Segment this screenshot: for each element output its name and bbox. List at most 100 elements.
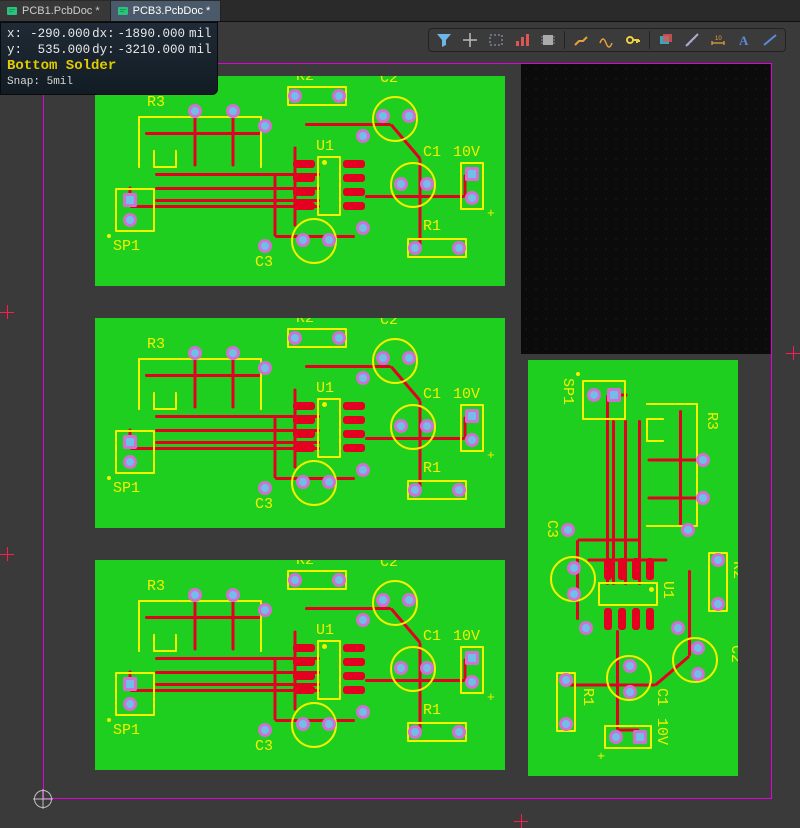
dot-grid: [521, 64, 771, 354]
tab-pcb3[interactable]: PCB3.PcbDoc *: [111, 1, 222, 21]
fiducial: [107, 718, 111, 722]
pin1-dot: [322, 402, 327, 407]
ic-pad: [343, 160, 365, 168]
ic-pad: [646, 608, 654, 630]
ic-outline: [317, 640, 341, 700]
pad: [402, 351, 416, 365]
pad: [332, 89, 346, 103]
ic-pad: [293, 430, 315, 438]
pad: [567, 587, 581, 601]
snap-setting: Snap: 5mil: [7, 76, 211, 90]
ic-outline: [317, 156, 341, 216]
origin-marker: [34, 790, 52, 808]
ic-pad: [293, 686, 315, 694]
ic-pad: [293, 416, 315, 424]
ic-pad: [343, 658, 365, 666]
copper-trace: [607, 395, 610, 585]
layer-icon[interactable]: [654, 30, 678, 50]
des-r2: R2: [296, 76, 314, 85]
pad: [567, 561, 581, 575]
polarity-plus: +: [487, 448, 495, 463]
pad: [408, 725, 422, 739]
des-c3: C3: [543, 520, 560, 538]
cut-mark: [0, 547, 14, 561]
des-c1: C1: [423, 628, 441, 645]
key-icon[interactable]: [621, 30, 645, 50]
r3-notch: [646, 418, 664, 442]
line-icon[interactable]: [758, 30, 782, 50]
pad: [623, 659, 637, 673]
des-r3: R3: [147, 94, 165, 111]
filter-icon[interactable]: [432, 30, 456, 50]
pad: [394, 419, 408, 433]
pad: [633, 730, 647, 744]
dy-label: dy:: [92, 43, 115, 59]
des-sp1: SP1: [113, 722, 140, 739]
pad: [322, 717, 336, 731]
ic-pad: [343, 686, 365, 694]
pcb-board[interactable]: U1R3SP1R2C2C1C310V+R1: [528, 360, 738, 776]
select-rect-icon[interactable]: [484, 30, 508, 50]
des-u1: U1: [659, 581, 676, 599]
measure-icon[interactable]: [680, 30, 704, 50]
ic-pad: [632, 558, 640, 580]
ic-pad: [293, 644, 315, 652]
pad: [465, 167, 479, 181]
ic-icon[interactable]: [536, 30, 560, 50]
route-icon[interactable]: [569, 30, 593, 50]
pcb-board[interactable]: U1R3SP1R2C2C1C310V+R1: [95, 560, 505, 770]
des-r1: R1: [579, 688, 596, 706]
dx-value: -1890.000: [118, 27, 186, 43]
ic-pad: [618, 558, 626, 580]
pad: [711, 597, 725, 611]
des-r1: R1: [423, 460, 441, 477]
pad: [394, 177, 408, 191]
pad: [465, 191, 479, 205]
ic-pad: [293, 188, 315, 196]
pad: [465, 651, 479, 665]
pad: [356, 463, 370, 477]
pad: [420, 177, 434, 191]
ic-pad: [343, 402, 365, 410]
tab-pcb1[interactable]: PCB1.PcbDoc *: [0, 1, 111, 21]
copper-trace: [274, 658, 277, 720]
pin1-dot: [322, 644, 327, 649]
pad: [296, 233, 310, 247]
tab-label: PCB1.PcbDoc *: [22, 5, 100, 17]
pad: [561, 523, 575, 537]
cut-mark: [514, 814, 528, 828]
pcb-board[interactable]: U1R3SP1R2C2C1C310V+R1: [95, 76, 505, 286]
ic-pad: [343, 416, 365, 424]
text-icon[interactable]: A: [732, 30, 756, 50]
ic-pad: [343, 430, 365, 438]
active-bar: 10 A: [428, 28, 786, 52]
ic-outline: [317, 398, 341, 458]
des-r3: R3: [703, 412, 720, 430]
polarity-plus: +: [487, 690, 495, 705]
pad: [296, 717, 310, 731]
des-10v: 10V: [653, 718, 670, 745]
des-c2: C2: [380, 318, 398, 329]
pad: [696, 491, 710, 505]
unit: mil: [187, 27, 211, 43]
pad: [408, 241, 422, 255]
dimension-icon[interactable]: 10: [706, 30, 730, 50]
pcb-board[interactable]: U1R3SP1R2C2C1C310V+R1: [95, 318, 505, 528]
pad: [258, 723, 272, 737]
pad: [296, 475, 310, 489]
align-icon[interactable]: [510, 30, 534, 50]
pad: [691, 641, 705, 655]
wave-icon[interactable]: [595, 30, 619, 50]
tab-bar: PCB1.PcbDoc * PCB3.PcbDoc *: [0, 0, 800, 22]
ic-outline: [598, 582, 658, 606]
pad: [123, 455, 137, 469]
empty-pcb-area: [521, 64, 771, 354]
pad: [356, 221, 370, 235]
pad: [123, 193, 137, 207]
crosshair-icon[interactable]: [458, 30, 482, 50]
x-value: -290.000: [25, 27, 90, 43]
ic-pad: [343, 644, 365, 652]
des-r2: R2: [729, 561, 738, 579]
pcb-canvas[interactable]: U1R3SP1R2C2C1C310V+R1U1R3SP1R2C2C1C310V+…: [0, 22, 800, 827]
fiducial: [107, 234, 111, 238]
